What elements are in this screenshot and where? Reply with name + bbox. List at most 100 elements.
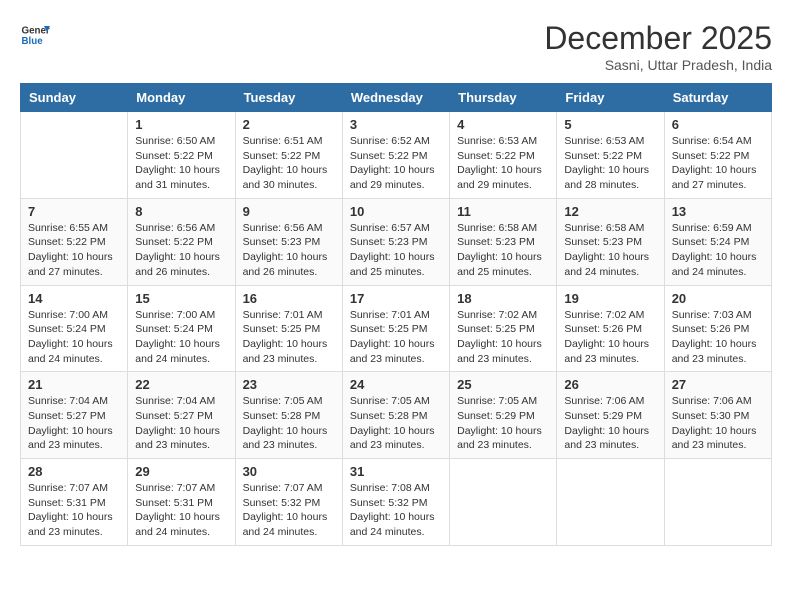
calendar-cell [450,459,557,546]
day-number: 6 [672,117,764,132]
location-subtitle: Sasni, Uttar Pradesh, India [544,57,772,73]
day-info: Sunrise: 7:01 AMSunset: 5:25 PMDaylight:… [243,308,335,367]
day-info: Sunrise: 7:00 AMSunset: 5:24 PMDaylight:… [28,308,120,367]
calendar-cell: 23Sunrise: 7:05 AMSunset: 5:28 PMDayligh… [235,372,342,459]
calendar-cell: 17 Sunrise: 7:01 AMSunset: 5:25 PMDayligh… [342,285,449,372]
calendar-cell: 14Sunrise: 7:00 AMSunset: 5:24 PMDayligh… [21,285,128,372]
month-title: December 2025 [544,20,772,57]
day-info: Sunrise: 7:02 AMSunset: 5:25 PMDaylight:… [457,308,549,367]
day-number: 31 [350,464,442,479]
day-info: Sunrise: 6:53 AMSunset: 5:22 PMDaylight:… [457,134,549,193]
calendar-cell: 29 Sunrise: 7:07 AMSunset: 5:31 PMDayligh… [128,459,235,546]
day-number: 12 [564,204,656,219]
week-row-1: 1 Sunrise: 6:50 AMSunset: 5:22 PMDaylight… [21,112,772,199]
day-number: 21 [28,377,120,392]
day-number: 20 [672,291,764,306]
day-info: Sunrise: 6:59 AMSunset: 5:24 PMDaylight:… [672,221,764,280]
weekday-header-sunday: Sunday [21,84,128,112]
week-row-3: 14Sunrise: 7:00 AMSunset: 5:24 PMDayligh… [21,285,772,372]
day-number: 19 [564,291,656,306]
day-number: 18 [457,291,549,306]
day-info: Sunrise: 6:56 AMSunset: 5:22 PMDaylight:… [135,221,227,280]
day-number: 13 [672,204,764,219]
day-info: Sunrise: 7:07 AMSunset: 5:32 PMDaylight:… [243,481,335,540]
day-info: Sunrise: 7:08 AMSunset: 5:32 PMDaylight:… [350,481,442,540]
day-number: 25 [457,377,549,392]
week-row-4: 21 Sunrise: 7:04 AMSunset: 5:27 PMDayligh… [21,372,772,459]
day-info: Sunrise: 7:05 AMSunset: 5:28 PMDaylight:… [350,394,442,453]
day-info: Sunrise: 7:01 AMSunset: 5:25 PMDaylight:… [350,308,442,367]
day-info: Sunrise: 6:55 AMSunset: 5:22 PMDaylight:… [28,221,120,280]
day-number: 29 [135,464,227,479]
day-number: 2 [243,117,335,132]
calendar-cell: 7 Sunrise: 6:55 AMSunset: 5:22 PMDaylight… [21,198,128,285]
logo: General Blue [20,20,50,50]
day-info: Sunrise: 7:06 AMSunset: 5:30 PMDaylight:… [672,394,764,453]
day-number: 11 [457,204,549,219]
calendar-cell: 24Sunrise: 7:05 AMSunset: 5:28 PMDayligh… [342,372,449,459]
day-info: Sunrise: 6:56 AMSunset: 5:23 PMDaylight:… [243,221,335,280]
day-number: 3 [350,117,442,132]
calendar-cell: 8 Sunrise: 6:56 AMSunset: 5:22 PMDaylight… [128,198,235,285]
day-info: Sunrise: 7:03 AMSunset: 5:26 PMDaylight:… [672,308,764,367]
weekday-header-tuesday: Tuesday [235,84,342,112]
day-number: 30 [243,464,335,479]
day-info: Sunrise: 7:05 AMSunset: 5:28 PMDaylight:… [243,394,335,453]
calendar-cell [21,112,128,199]
calendar-table: SundayMondayTuesdayWednesdayThursdayFrid… [20,83,772,546]
calendar-cell: 31 Sunrise: 7:08 AMSunset: 5:32 PMDayligh… [342,459,449,546]
day-info: Sunrise: 7:07 AMSunset: 5:31 PMDaylight:… [28,481,120,540]
day-info: Sunrise: 6:58 AMSunset: 5:23 PMDaylight:… [564,221,656,280]
day-number: 26 [564,377,656,392]
calendar-cell: 21 Sunrise: 7:04 AMSunset: 5:27 PMDayligh… [21,372,128,459]
calendar-cell: 25 Sunrise: 7:05 AMSunset: 5:29 PMDayligh… [450,372,557,459]
day-number: 16 [243,291,335,306]
day-info: Sunrise: 6:53 AMSunset: 5:22 PMDaylight:… [564,134,656,193]
day-number: 17 [350,291,442,306]
day-info: Sunrise: 7:00 AMSunset: 5:24 PMDaylight:… [135,308,227,367]
calendar-cell: 12 Sunrise: 6:58 AMSunset: 5:23 PMDayligh… [557,198,664,285]
calendar-cell: 27 Sunrise: 7:06 AMSunset: 5:30 PMDayligh… [664,372,771,459]
calendar-cell: 13 Sunrise: 6:59 AMSunset: 5:24 PMDayligh… [664,198,771,285]
day-info: Sunrise: 7:05 AMSunset: 5:29 PMDaylight:… [457,394,549,453]
day-info: Sunrise: 6:58 AMSunset: 5:23 PMDaylight:… [457,221,549,280]
day-number: 27 [672,377,764,392]
day-number: 7 [28,204,120,219]
calendar-cell: 9 Sunrise: 6:56 AMSunset: 5:23 PMDaylight… [235,198,342,285]
day-info: Sunrise: 7:04 AMSunset: 5:27 PMDaylight:… [28,394,120,453]
day-number: 9 [243,204,335,219]
svg-text:Blue: Blue [22,36,44,47]
weekday-header-row: SundayMondayTuesdayWednesdayThursdayFrid… [21,84,772,112]
calendar-cell: 15Sunrise: 7:00 AMSunset: 5:24 PMDayligh… [128,285,235,372]
day-info: Sunrise: 6:51 AMSunset: 5:22 PMDaylight:… [243,134,335,193]
day-info: Sunrise: 6:54 AMSunset: 5:22 PMDaylight:… [672,134,764,193]
calendar-cell: 5Sunrise: 6:53 AMSunset: 5:22 PMDaylight… [557,112,664,199]
calendar-cell: 30 Sunrise: 7:07 AMSunset: 5:32 PMDayligh… [235,459,342,546]
weekday-header-monday: Monday [128,84,235,112]
day-info: Sunrise: 6:57 AMSunset: 5:23 PMDaylight:… [350,221,442,280]
calendar-cell: 6 Sunrise: 6:54 AMSunset: 5:22 PMDaylight… [664,112,771,199]
title-block: December 2025 Sasni, Uttar Pradesh, Indi… [544,20,772,73]
day-info: Sunrise: 6:50 AMSunset: 5:22 PMDaylight:… [135,134,227,193]
week-row-5: 28Sunrise: 7:07 AMSunset: 5:31 PMDayligh… [21,459,772,546]
day-info: Sunrise: 6:52 AMSunset: 5:22 PMDaylight:… [350,134,442,193]
day-number: 8 [135,204,227,219]
day-number: 10 [350,204,442,219]
weekday-header-wednesday: Wednesday [342,84,449,112]
day-info: Sunrise: 7:06 AMSunset: 5:29 PMDaylight:… [564,394,656,453]
day-number: 1 [135,117,227,132]
day-info: Sunrise: 7:02 AMSunset: 5:26 PMDaylight:… [564,308,656,367]
calendar-cell [664,459,771,546]
calendar-cell: 2 Sunrise: 6:51 AMSunset: 5:22 PMDaylight… [235,112,342,199]
calendar-cell: 22Sunrise: 7:04 AMSunset: 5:27 PMDayligh… [128,372,235,459]
calendar-cell: 10 Sunrise: 6:57 AMSunset: 5:23 PMDayligh… [342,198,449,285]
day-info: Sunrise: 7:07 AMSunset: 5:31 PMDaylight:… [135,481,227,540]
weekday-header-friday: Friday [557,84,664,112]
calendar-cell [557,459,664,546]
weekday-header-saturday: Saturday [664,84,771,112]
calendar-cell: 11 Sunrise: 6:58 AMSunset: 5:23 PMDayligh… [450,198,557,285]
day-number: 4 [457,117,549,132]
calendar-cell: 1 Sunrise: 6:50 AMSunset: 5:22 PMDaylight… [128,112,235,199]
calendar-cell: 3 Sunrise: 6:52 AMSunset: 5:22 PMDaylight… [342,112,449,199]
week-row-2: 7 Sunrise: 6:55 AMSunset: 5:22 PMDaylight… [21,198,772,285]
